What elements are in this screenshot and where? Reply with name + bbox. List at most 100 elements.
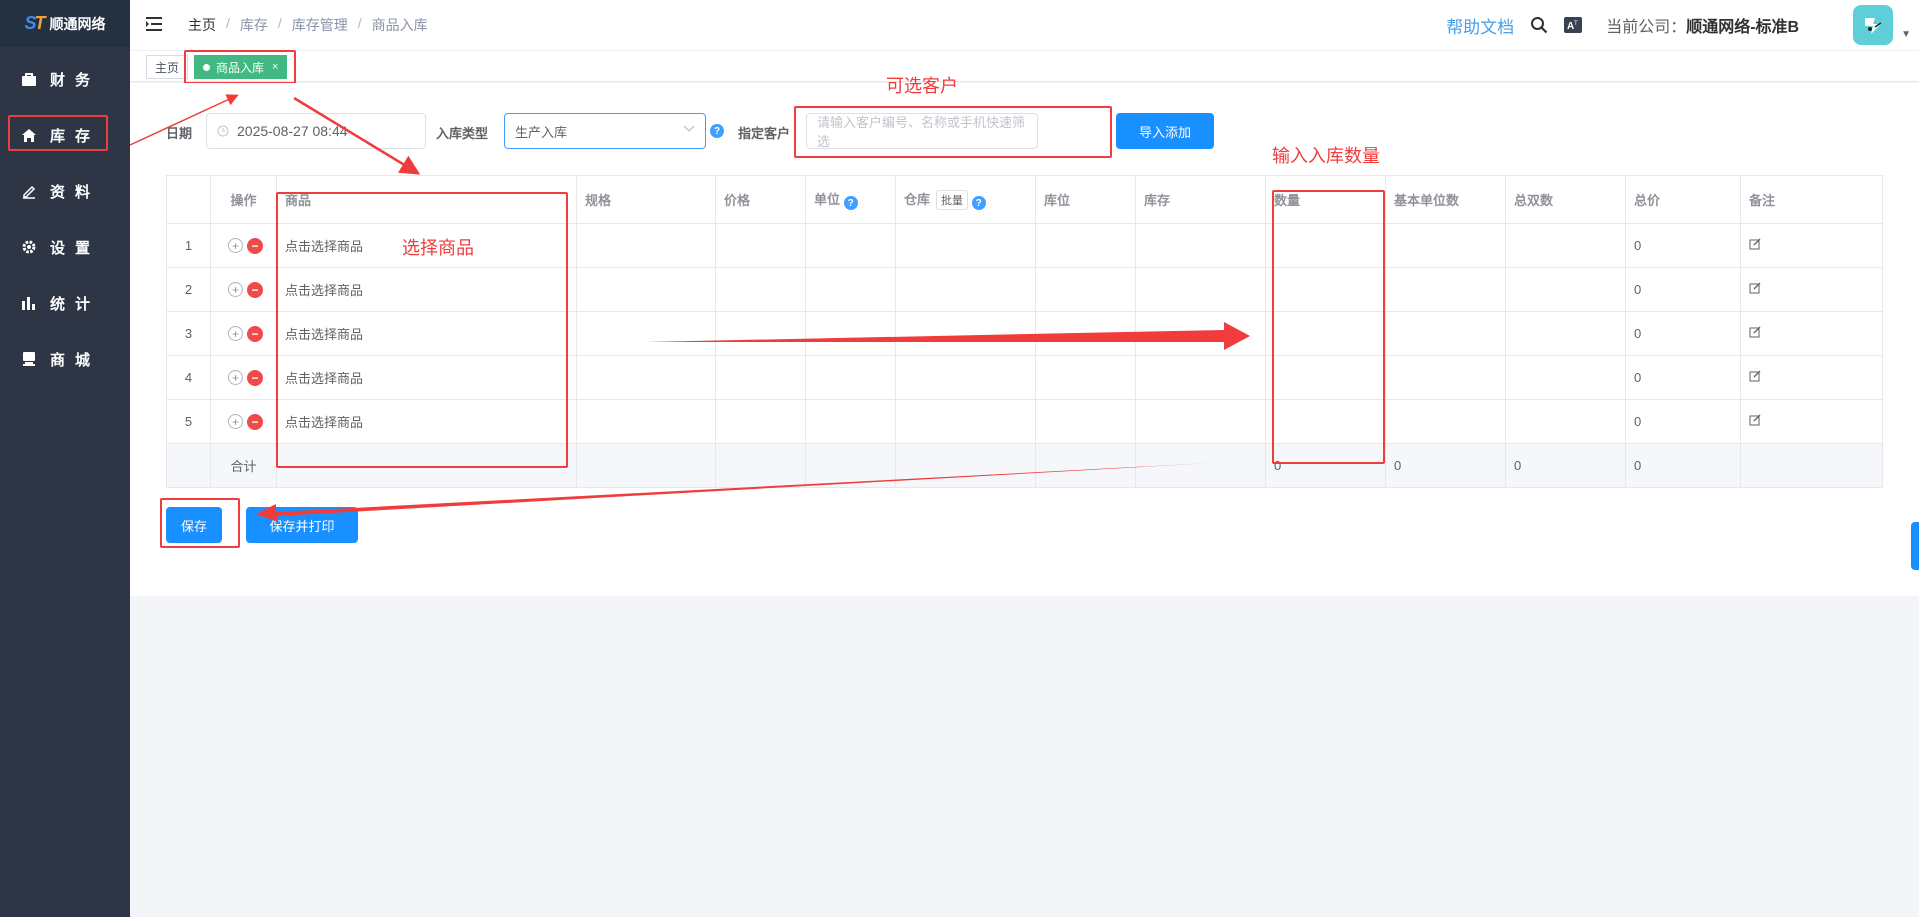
- edit-note-icon[interactable]: [1749, 238, 1761, 250]
- summary-label: 合计: [210, 443, 277, 488]
- inbound-type-select[interactable]: 生产入库: [504, 113, 706, 149]
- help-docs-link[interactable]: 帮助文档: [1446, 13, 1514, 38]
- annotation-customer: 可选客户: [886, 76, 958, 96]
- annotation-box-save: [160, 498, 240, 548]
- add-row-icon[interactable]: +: [228, 414, 243, 429]
- row-index: 1: [166, 223, 211, 268]
- delete-row-icon[interactable]: −: [247, 413, 263, 430]
- svg-text:T: T: [1574, 21, 1578, 27]
- warehouse-cell[interactable]: [895, 399, 1036, 444]
- price-cell[interactable]: [715, 223, 806, 268]
- save-print-button[interactable]: 保存并打印: [246, 507, 358, 543]
- sidebar-item-store[interactable]: 商城: [0, 331, 130, 387]
- col-warehouse: 仓库 批量 ?: [895, 175, 1036, 224]
- price-cell[interactable]: [715, 267, 806, 312]
- tab-home[interactable]: 主页: [146, 55, 189, 79]
- chevron-down-icon[interactable]: ▼: [1901, 29, 1911, 40]
- warehouse-cell[interactable]: [895, 223, 1036, 268]
- annotation-box-inventory: [8, 115, 108, 151]
- help-icon[interactable]: ?: [710, 124, 724, 138]
- inbound-type-value: 生产入库: [515, 124, 568, 140]
- col-stock: 库存: [1135, 175, 1266, 224]
- summary-cell: [715, 443, 806, 488]
- remark-cell[interactable]: [1740, 355, 1883, 400]
- font-size-icon[interactable]: AT: [1564, 17, 1583, 33]
- annotation-box-tab: [184, 50, 296, 84]
- unit-cell[interactable]: [805, 267, 896, 312]
- import-add-button[interactable]: 导入添加: [1116, 113, 1214, 149]
- logo-mark: ST: [24, 13, 45, 33]
- chevron-down-icon: [683, 125, 695, 133]
- add-row-icon[interactable]: +: [228, 238, 243, 253]
- col-price: 价格: [715, 175, 806, 224]
- location-cell[interactable]: [1035, 267, 1136, 312]
- add-row-icon[interactable]: +: [228, 282, 243, 297]
- warehouse-cell[interactable]: [895, 355, 1036, 400]
- unit-cell[interactable]: [805, 311, 896, 356]
- base-units-cell: [1385, 267, 1506, 312]
- edit-note-icon[interactable]: [1749, 414, 1761, 426]
- row-index: 4: [166, 355, 211, 400]
- location-cell[interactable]: [1035, 311, 1136, 356]
- location-cell[interactable]: [1035, 399, 1136, 444]
- tab-label: 主页: [155, 60, 180, 75]
- col-base-units: 基本单位数: [1385, 175, 1506, 224]
- side-scroll-tab[interactable]: [1911, 522, 1919, 570]
- sidebar-item-stats[interactable]: 统计: [0, 275, 130, 331]
- delete-row-icon[interactable]: −: [247, 281, 263, 298]
- delete-row-icon[interactable]: −: [247, 325, 263, 342]
- price-cell[interactable]: [715, 399, 806, 444]
- total-pairs-cell: [1505, 311, 1626, 356]
- hamburger-icon[interactable]: [146, 16, 164, 34]
- row-operations: + −: [210, 267, 277, 312]
- help-icon[interactable]: ?: [971, 196, 986, 211]
- remark-cell[interactable]: [1740, 223, 1883, 268]
- summary-cell: [576, 443, 716, 488]
- app-logo[interactable]: ST 顺通网络: [0, 0, 130, 47]
- help-icon[interactable]: ?: [843, 196, 858, 211]
- edit-note-icon[interactable]: [1749, 326, 1761, 338]
- annotation-box-customer: [794, 106, 1112, 158]
- unit-cell[interactable]: [805, 355, 896, 400]
- location-cell[interactable]: [1035, 355, 1136, 400]
- warehouse-cell[interactable]: [895, 267, 1036, 312]
- col-total-price: 总价: [1625, 175, 1741, 224]
- remark-cell[interactable]: [1740, 267, 1883, 312]
- remark-cell[interactable]: [1740, 311, 1883, 356]
- stock-cell: [1135, 311, 1266, 356]
- current-company: 当前公司：顺通网络-标准B: [1606, 13, 1799, 37]
- search-icon[interactable]: [1530, 16, 1548, 34]
- unit-cell[interactable]: [805, 223, 896, 268]
- row-index: 2: [166, 267, 211, 312]
- avatar[interactable]: [1853, 5, 1894, 45]
- edit-note-icon[interactable]: [1749, 282, 1761, 294]
- row-operations: + −: [210, 223, 277, 268]
- summary-total-price: 0: [1625, 443, 1741, 488]
- date-picker[interactable]: 2025-08-27 08:44: [206, 113, 426, 149]
- price-cell[interactable]: [715, 355, 806, 400]
- breadcrumb-home[interactable]: 主页: [188, 15, 216, 35]
- row-index: 3: [166, 311, 211, 356]
- total-pairs-cell: [1505, 267, 1626, 312]
- location-cell[interactable]: [1035, 223, 1136, 268]
- delete-row-icon[interactable]: −: [247, 237, 263, 254]
- warehouse-cell[interactable]: [895, 311, 1036, 356]
- add-row-icon[interactable]: +: [228, 370, 243, 385]
- batch-button[interactable]: 批量: [936, 189, 969, 210]
- add-row-icon[interactable]: +: [228, 326, 243, 341]
- sidebar-item-data[interactable]: 资料: [0, 163, 130, 219]
- breadcrumb: 主页 / 库存 / 库存管理 / 商品入库: [188, 15, 428, 35]
- row-operations: + −: [210, 399, 277, 444]
- sidebar-item-label: 商城: [50, 351, 101, 369]
- price-cell[interactable]: [715, 311, 806, 356]
- edit-note-icon[interactable]: [1749, 370, 1761, 382]
- sidebar-item-settings[interactable]: 设置: [0, 219, 130, 275]
- delete-row-icon[interactable]: −: [247, 369, 263, 386]
- sidebar-item-finance[interactable]: 财务: [0, 51, 130, 107]
- unit-cell[interactable]: [805, 399, 896, 444]
- col-label: 仓库: [904, 191, 931, 207]
- annotation-quantity: 输入入库数量: [1272, 146, 1380, 166]
- remark-cell[interactable]: [1740, 399, 1883, 444]
- col-total-pairs: 总双数: [1505, 175, 1626, 224]
- clock-icon: [217, 125, 229, 137]
